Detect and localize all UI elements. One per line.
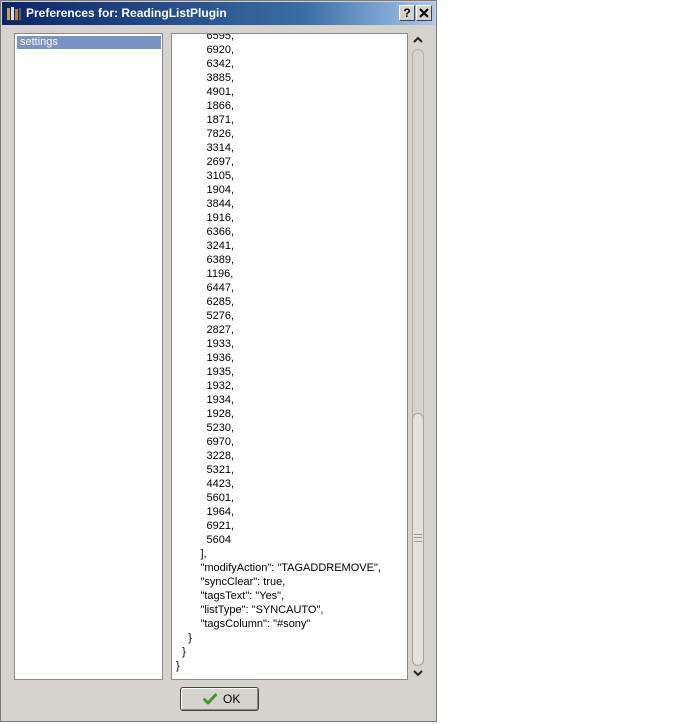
scroll-down-button[interactable]	[410, 666, 426, 680]
help-button[interactable]: ?	[399, 5, 415, 21]
settings-list: settings	[14, 33, 163, 680]
scroll-up-button[interactable]	[410, 33, 426, 47]
close-icon	[419, 8, 429, 18]
json-content[interactable]: 6595, 6920, 6342, 3885, 4901, 1866, 1871…	[176, 34, 381, 673]
settings-editor[interactable]: 6595, 6920, 6342, 3885, 4901, 1866, 1871…	[171, 33, 408, 680]
grip-icon	[414, 534, 422, 542]
ok-label: OK	[223, 692, 241, 706]
window-title: Preferences for: ReadingListPlugin	[26, 6, 227, 20]
chevron-down-icon	[413, 670, 423, 677]
settings-list-item[interactable]: settings	[17, 36, 161, 49]
chevron-up-icon	[413, 36, 423, 43]
preferences-window: Preferences for: ReadingListPlugin ? set…	[0, 0, 437, 722]
ok-button[interactable]: OK	[180, 687, 259, 711]
scroll-thumb[interactable]	[412, 413, 424, 666]
title-bar[interactable]: Preferences for: ReadingListPlugin ?	[2, 2, 435, 25]
checkmark-icon	[203, 693, 217, 705]
vertical-scrollbar[interactable]	[410, 33, 426, 680]
close-button[interactable]	[416, 5, 432, 21]
books-icon	[6, 7, 22, 21]
